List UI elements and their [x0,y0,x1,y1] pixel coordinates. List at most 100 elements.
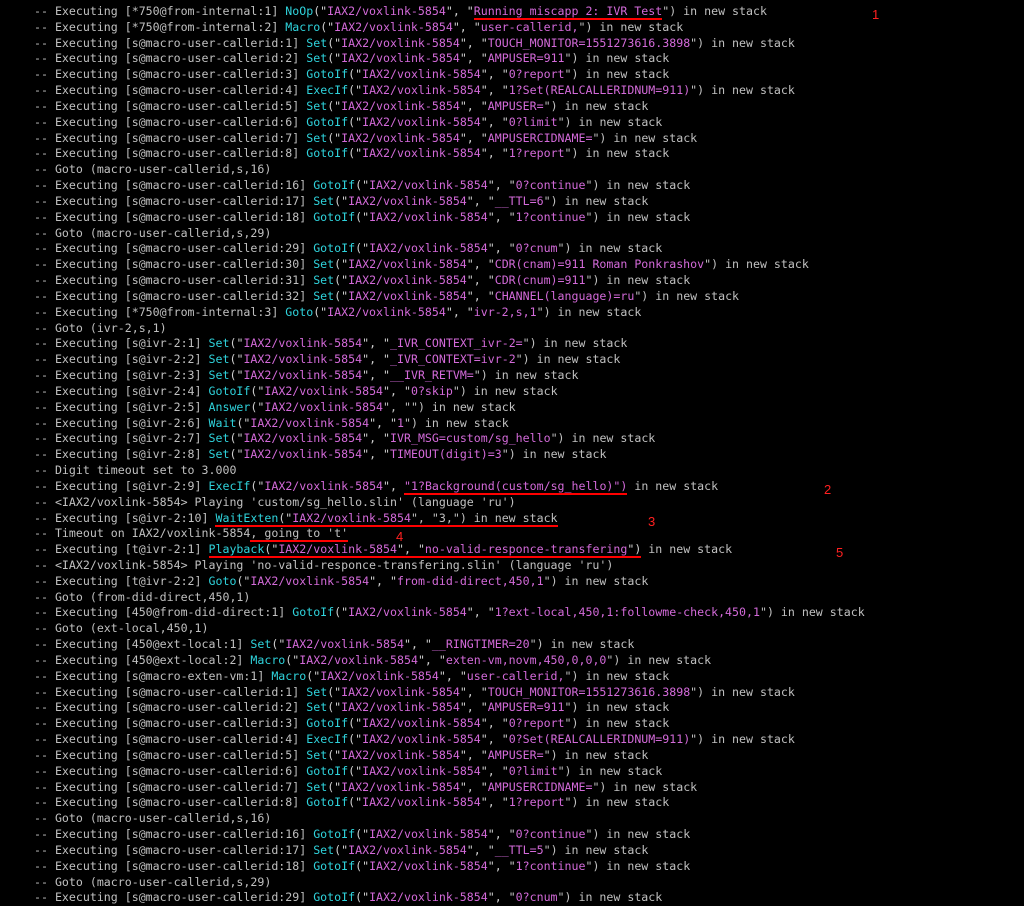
log-line: -- Executing [s@macro-user-callerid:4] E… [34,732,1024,748]
log-segment: IAX2/voxlink-5854 [348,288,467,303]
log-line: -- Executing [s@macro-user-callerid:2] S… [34,700,1024,716]
log-segment: IAX2/voxlink-5854 [341,700,460,715]
log-segment: 0?Set(REALCALLERIDNUM=911) [508,732,691,747]
log-segment: 0?cnum [515,241,558,256]
log-segment: ", " [459,35,488,50]
log-segment: 1?Set(REALCALLERIDNUM=911) [508,83,691,98]
log-line: -- Executing [s@macro-user-callerid:1] S… [34,685,1024,701]
log-segment: 1?continue [515,209,586,224]
log-segment: -- Executing [s@macro-user-callerid:8] [34,146,307,161]
log-segment: Set [208,336,230,351]
log-segment: GotoIf [306,67,349,82]
log-line: -- Executing [s@ivr-2:2] Set("IAX2/voxli… [34,352,1024,368]
log-segment: ") in new stack [585,858,691,873]
log-segment: -- Executing [s@macro-user-callerid:16] [34,178,314,193]
log-segment: ", " [459,684,488,699]
log-segment: ", " [362,431,391,446]
log-segment: ") in new stack [564,51,670,66]
log-line: -- Executing [*750@from-internal:3] Goto… [34,305,1024,321]
log-segment: Set [208,447,230,462]
log-segment: -- Executing [t@ivr-2:2] [34,573,209,588]
log-segment: -- Executing [s@macro-user-callerid:3] [34,67,307,82]
log-line: -- Executing [s@ivr-2:3] Set("IAX2/voxli… [34,368,1024,384]
log-segment: -- Executing [s@ivr-2:9] [34,478,209,493]
underlined-log-segment: ", "3,") in new stack [410,510,558,527]
log-segment: (" [313,4,328,18]
log-line: -- Executing [s@ivr-2:7] Set("IAX2/voxli… [34,431,1024,447]
log-segment: IAX2/voxlink-5854 [341,51,460,66]
log-segment: CHANNEL(language)=ru [494,288,635,303]
log-segment: ") in new stack [634,288,740,303]
log-segment: IAX2/voxlink-5854 [243,431,363,446]
log-segment: Set [306,130,328,145]
log-line: -- Executing [s@macro-user-callerid:5] S… [34,99,1024,115]
log-segment: ", " [480,83,509,98]
log-segment: -- Executing [s@macro-user-callerid:4] [34,732,307,747]
log-segment: IAX2/voxlink-5854 [264,399,384,414]
log-segment: GotoIf [313,858,356,873]
log-segment: GotoIf [313,241,356,256]
log-segment: ", " [362,352,391,367]
log-line: -- Executing [*750@from-internal:2] Macr… [34,20,1024,36]
log-line: -- Executing [s@macro-user-callerid:17] … [34,194,1024,210]
log-segment: ", " [480,67,509,82]
log-segment: IAX2/voxlink-5854 [299,652,418,667]
log-segment: ") in new stack [704,257,809,272]
log-segment: -- Goto (macro-user-callerid,s,29) [34,225,272,240]
log-segment: IAX2/voxlink-5854 [369,890,488,905]
log-segment: -- Timeout on IAX2/voxlink-5854 [34,526,251,541]
log-segment: ", " [459,700,488,715]
log-segment: ") in new stack [564,67,670,82]
log-segment: GotoIf [306,795,349,810]
log-segment: IAX2/voxlink-5854 [348,605,467,620]
underlined-log-segment: Running miscapp 2: IVR Test [473,4,663,20]
log-segment: TOUCH_MONITOR=1551273616.3898 [487,684,691,699]
log-segment: IAX2/voxlink-5854 [341,98,460,113]
log-line: -- Executing [s@macro-user-callerid:6] G… [34,764,1024,780]
log-segment: -- <IAX2/voxlink-5854> Playing 'custom/s… [34,494,516,509]
log-segment: ", " [459,747,488,762]
log-segment: ") in new stack [557,890,663,905]
log-segment: (" [355,209,370,224]
log-segment: (" [355,827,370,842]
log-segment: (" [348,716,363,731]
log-segment: Set [306,98,328,113]
log-segment: CDR(cnum)=911 [494,273,586,288]
log-segment: IAX2/voxlink-5854 [341,35,460,50]
log-segment: -- Executing [s@macro-user-callerid:31] [34,273,314,288]
underlined-log-segment: , going to 't' [250,526,349,543]
log-segment: -- Executing [s@macro-user-callerid:5] [34,98,307,113]
log-line: -- Executing [s@macro-user-callerid:31] … [34,273,1024,289]
log-segment: __TTL=6 [494,193,544,208]
log-segment: _IVR_CONTEXT=ivr-2 [390,352,516,367]
log-segment: (" [327,51,342,66]
log-line: -- Goto (macro-user-callerid,s,16) [34,162,1024,178]
log-line: -- Executing [s@macro-user-callerid:32] … [34,289,1024,305]
log-segment: ", " [480,716,509,731]
log-segment: ") in new stack [564,668,670,683]
log-segment: IAX2/voxlink-5854 [369,858,488,873]
log-segment: IVR_MSG=custom/sg_hello [390,431,551,446]
log-segment: ExecIf [306,732,349,747]
log-segment: ", " [466,257,495,272]
log-segment: ", " [362,336,391,351]
underlined-log-segment: Playback [208,542,265,559]
log-segment: (" [334,257,349,272]
log-segment: ", [383,478,404,493]
log-segment: -- Executing [s@macro-user-callerid:7] [34,130,307,145]
terminal-console[interactable]: -- Executing [*750@from-internal:1] NoOp… [0,0,1024,906]
log-segment: Set [306,779,328,794]
log-segment: Set [313,842,335,857]
log-segment: GotoIf [306,716,349,731]
log-segment: -- Executing [s@ivr-2:10] [34,510,216,525]
log-segment: ") in new stack [543,573,649,588]
log-segment: -- Executing [*750@from-internal:3] [34,304,286,319]
log-segment: ", " [466,273,495,288]
log-segment: ") in new stack [690,684,795,699]
log-segment: 1?report [508,146,565,161]
log-line: -- Executing [s@macro-user-callerid:18] … [34,859,1024,875]
log-segment: ", " [438,668,467,683]
log-segment: -- Digit timeout set to 3.000 [34,463,237,478]
underlined-log-segment: (" [264,542,279,559]
log-segment: IAX2/voxlink-5854 [250,573,370,588]
